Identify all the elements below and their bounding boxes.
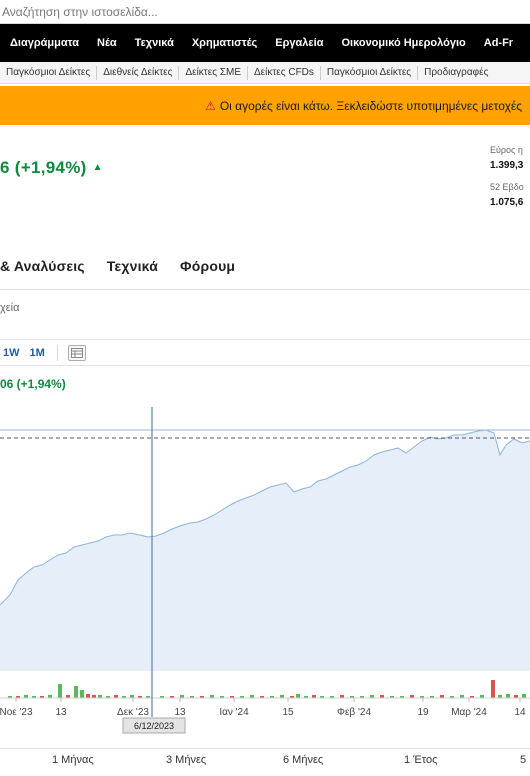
volume-bars — [8, 680, 526, 698]
day-range-label: Εύρος η — [490, 145, 523, 155]
x-tick-label-7: 19 — [417, 707, 429, 718]
x-tick-label-3: 13 — [174, 707, 186, 718]
volume-bar-57 — [522, 694, 526, 698]
subnav-item-specifications[interactable]: Προδιαγραφές — [418, 66, 494, 80]
range-1-month-button[interactable]: 1 Μήνας — [52, 754, 94, 766]
x-tick-label-8: Μαρ '24 — [451, 707, 487, 718]
tabs-divider — [0, 289, 530, 290]
tab-forum[interactable]: Φόρουμ — [180, 258, 235, 274]
price-area — [0, 430, 530, 670]
tab-technical[interactable]: Τεχνικά — [107, 258, 158, 274]
nav-item-tools[interactable]: Εργαλεία — [266, 24, 332, 62]
crosshair-label: 6/12/2023 — [134, 721, 174, 731]
range-buttons: 1 Μήνας 3 Μήνες 6 Μήνες 1 Έτος 5 — [0, 748, 530, 772]
nav-item-charts[interactable]: Διαγράμματα — [0, 24, 88, 62]
week52-range-label: 52 Εβδο — [490, 182, 524, 192]
range-3-months-button[interactable]: 3 Μήνες — [166, 754, 206, 766]
x-tick-label-2: Δεκ '23 — [117, 707, 149, 718]
nav-item-news[interactable]: Νέα — [88, 24, 126, 62]
week52-range: 52 Εβδο 1.075,6 — [490, 182, 524, 208]
volume-bar-55 — [506, 694, 510, 698]
main-nav: Διαγράμματα Νέα Τεχνικά Χρηματιστές Εργα… — [0, 24, 530, 62]
period-1w-button[interactable]: 1W — [3, 347, 20, 359]
week52-range-value: 1.075,6 — [490, 197, 524, 208]
period-1m-button[interactable]: 1M — [30, 347, 45, 359]
crosshair-label-box: 6/12/2023 — [122, 717, 186, 734]
volume-bar-53 — [491, 680, 495, 698]
table-icon[interactable] — [67, 344, 86, 361]
tab-analysis[interactable]: & Αναλύσεις — [0, 258, 85, 274]
chart-toolbar: 1W 1M — [0, 339, 530, 366]
range-1-year-button[interactable]: 1 Έτος — [404, 754, 437, 766]
x-tick-label-0: Νοε '23 — [0, 707, 33, 718]
chart-change: 06 (+1,94%) — [0, 377, 66, 391]
alert-text: Οι αγορές είναι κάτω. Ξεκλειδώστε υποτιμ… — [219, 98, 522, 113]
toolbar-divider — [56, 344, 58, 361]
x-tick-label-1: 13 — [55, 707, 67, 718]
subnav-item-world-indices[interactable]: Παγκόσμιοι Δείκτες — [321, 65, 419, 80]
range-6-months-button[interactable]: 6 Μήνες — [283, 754, 323, 766]
nav-item-ad-free[interactable]: Ad-Fr — [475, 24, 522, 62]
table-icon-glyph — [70, 347, 83, 358]
price-change-value: 6 (+1,94%) — [0, 158, 87, 177]
subnav-item-global-indices[interactable]: Παγκόσμιοι Δείκτες — [0, 65, 98, 80]
alert-icon: ⚠ — [205, 98, 216, 113]
market-alert-banner[interactable]: ⚠ Οι αγορές είναι κάτω. Ξεκλειδώστε υποτ… — [0, 86, 530, 125]
x-tick-label-9: 14 — [514, 707, 526, 718]
nav-item-economic-calendar[interactable]: Οικονομικό Ημερολόγιο — [332, 24, 474, 62]
search-bar — [0, 0, 530, 24]
subnav-item-international-indices[interactable]: Διεθνείς Δείκτες — [97, 65, 180, 80]
volume-bar-10 — [86, 694, 90, 698]
sub-nav: Παγκόσμιοι Δείκτες Διεθνείς Δείκτες Δείκ… — [0, 62, 530, 84]
x-tick-label-5: 15 — [282, 707, 294, 718]
content-tabs: & Αναλύσεις Τεχνικά Φόρουμ — [0, 254, 257, 278]
volume-bar-9 — [80, 690, 84, 698]
subnav-item-cfd-indices[interactable]: Δείκτες CFDs — [248, 65, 321, 80]
volume-bar-8 — [74, 686, 78, 698]
price-chart[interactable]: Νοε '23 13 Δεκ '23 13 Ιαν '24 15 Φεβ '24 19 Μαρ … — [0, 395, 530, 740]
price-change: 6 (+1,94%) ▲ — [0, 158, 103, 178]
nav-item-technical[interactable]: Τεχνικά — [126, 24, 183, 62]
x-tick-label-6: Φεβ '24 — [337, 707, 371, 718]
nav-item-brokers[interactable]: Χρηματιστές — [183, 24, 266, 62]
breadcrumb: χεία — [0, 302, 20, 314]
search-input[interactable] — [0, 3, 530, 21]
volume-bar-33 — [296, 694, 300, 698]
day-range-value: 1.399,3 — [490, 160, 524, 171]
day-range: Εύρος η 1.399,3 — [490, 145, 523, 171]
volume-bar-6 — [58, 684, 62, 698]
up-arrow-icon: ▲ — [92, 162, 103, 173]
range-5-years-button[interactable]: 5 — [520, 754, 526, 766]
subnav-item-sme-indices[interactable]: Δείκτες ΣΜΕ — [179, 65, 248, 80]
x-tick-label-4: Ιαν '24 — [219, 707, 249, 718]
x-axis-ticks: Νοε '23 13 Δεκ '23 13 Ιαν '24 15 Φεβ '24 19 Μαρ … — [0, 698, 526, 718]
